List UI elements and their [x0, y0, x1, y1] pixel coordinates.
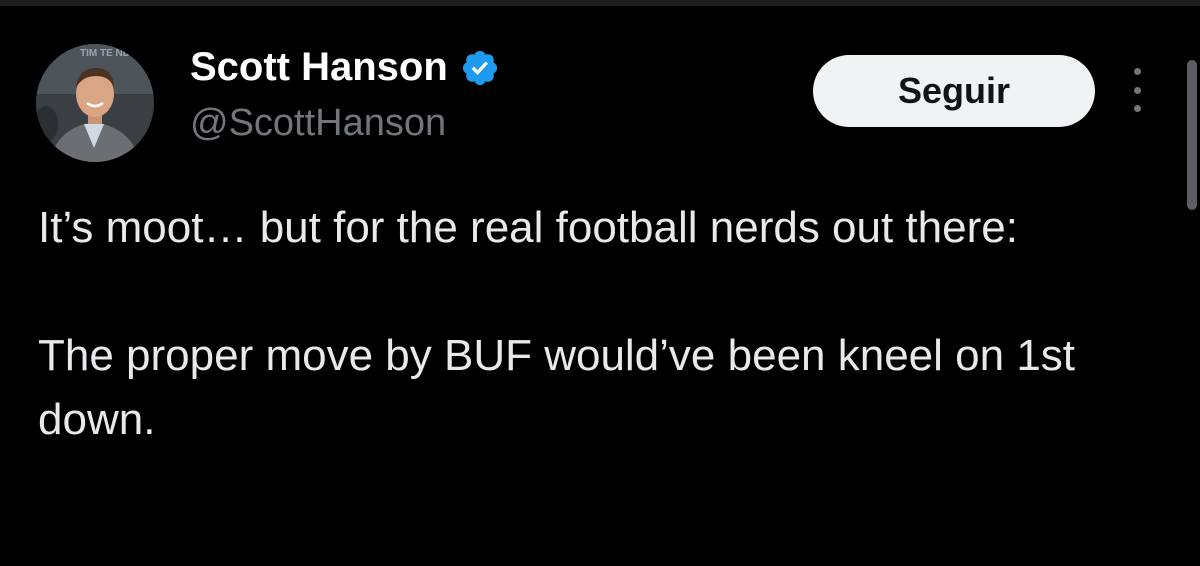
tweet-paragraph: It’s moot… but for the real football ner…: [38, 203, 1018, 252]
avatar[interactable]: TIM TE NDAN: [36, 44, 154, 162]
verified-badge-icon: [462, 50, 497, 85]
author-name[interactable]: Scott Hanson: [190, 45, 500, 90]
more-dot: [1133, 68, 1141, 75]
more-dot: [1133, 86, 1141, 94]
tweet-paragraph: The proper move by BUF would’ve been kne…: [38, 331, 1076, 444]
tweet-card: TIM TE NDAN Scott Hanson @ScottHanson Se…: [0, 0, 1200, 566]
avatar-photo: TIM TE NDAN: [36, 44, 154, 162]
author-name-text: Scott Hanson: [190, 45, 448, 89]
author-handle[interactable]: @ScottHanson: [190, 102, 446, 145]
tweet-text: It’s moot… but for the real football ner…: [38, 196, 1178, 452]
more-dot: [1133, 105, 1141, 112]
avatar-backdrop-text: TIM TE NDAN: [80, 48, 144, 59]
more-options-icon[interactable]: [1122, 68, 1152, 112]
follow-button[interactable]: Seguir: [813, 55, 1095, 127]
scrollbar[interactable]: [1187, 60, 1197, 210]
